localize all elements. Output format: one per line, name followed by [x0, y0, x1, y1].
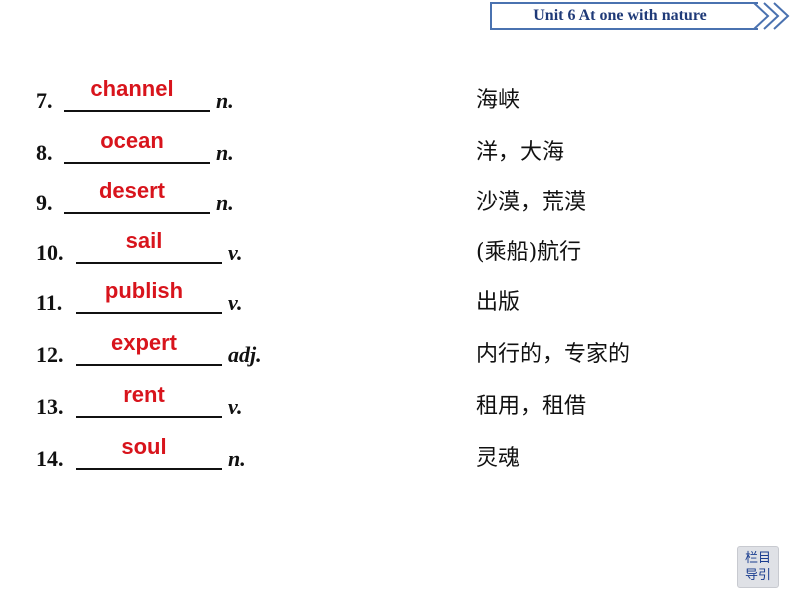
- answer-word: channel: [90, 76, 174, 101]
- chinese-meaning: 灵魂: [476, 446, 521, 471]
- answer-blank: [76, 416, 222, 418]
- vocab-item: 8. ocean n. 洋，大海: [36, 128, 736, 174]
- vocab-item: 10. sail v. (乘船)航行: [36, 228, 736, 274]
- part-of-speech: v.: [228, 240, 243, 265]
- answer-blank: [64, 110, 210, 112]
- answer-blank: [76, 262, 222, 264]
- item-number: 7.: [36, 88, 53, 113]
- answer-blank: [76, 364, 222, 366]
- vocab-item: 13. rent v. 租用，租借: [36, 382, 736, 428]
- double-chevron-right-icon: [753, 2, 790, 30]
- answer-blank: [64, 212, 210, 214]
- answer-word: sail: [125, 228, 163, 253]
- vocab-item: 11. publish v. 出版: [36, 278, 736, 324]
- chinese-meaning: 海峡: [476, 88, 521, 113]
- section-nav-button[interactable]: 栏目 导引: [737, 546, 779, 588]
- part-of-speech: n.: [216, 88, 234, 113]
- item-number: 14.: [36, 446, 64, 471]
- answer-blank: [76, 468, 222, 470]
- answer-word: publish: [104, 278, 184, 303]
- answer-word: expert: [110, 330, 178, 355]
- item-number: 10.: [36, 240, 64, 265]
- answer-word: ocean: [100, 128, 164, 153]
- answer-word: rent: [123, 382, 165, 407]
- chinese-meaning: 出版: [476, 290, 521, 315]
- chinese-meaning: 洋，大海: [476, 140, 565, 165]
- answer-blank: [64, 162, 210, 164]
- part-of-speech: n.: [228, 446, 246, 471]
- part-of-speech: adj.: [228, 342, 262, 367]
- chinese-meaning: (乘船)航行: [476, 240, 582, 265]
- part-of-speech: v.: [228, 394, 243, 419]
- vocab-item: 7. channel n. 海峡: [36, 76, 736, 122]
- nav-button-line2: 导引: [744, 568, 771, 583]
- chinese-meaning: 租用，租借: [476, 394, 587, 419]
- item-number: 13.: [36, 394, 64, 419]
- answer-blank: [76, 312, 222, 314]
- chinese-meaning: 沙漠，荒漠: [476, 190, 587, 215]
- nav-button-line1: 栏目: [744, 551, 771, 566]
- vocab-item: 9. desert n. 沙漠，荒漠: [36, 178, 736, 224]
- chinese-meaning: 内行的，专家的: [476, 342, 631, 367]
- answer-word: soul: [121, 434, 167, 459]
- item-number: 12.: [36, 342, 64, 367]
- item-number: 11.: [36, 290, 63, 315]
- vocab-item: 14. soul n. 灵魂: [36, 434, 736, 480]
- answer-word: desert: [98, 178, 166, 203]
- vocab-item: 12. expert adj. 内行的，专家的: [36, 330, 736, 376]
- unit-title: Unit 6 At one with nature: [533, 7, 707, 24]
- unit-title-banner: Unit 6 At one with nature: [490, 2, 758, 30]
- part-of-speech: n.: [216, 190, 234, 215]
- item-number: 8.: [36, 140, 53, 165]
- item-number: 9.: [36, 190, 53, 215]
- part-of-speech: v.: [228, 290, 243, 315]
- part-of-speech: n.: [216, 140, 234, 165]
